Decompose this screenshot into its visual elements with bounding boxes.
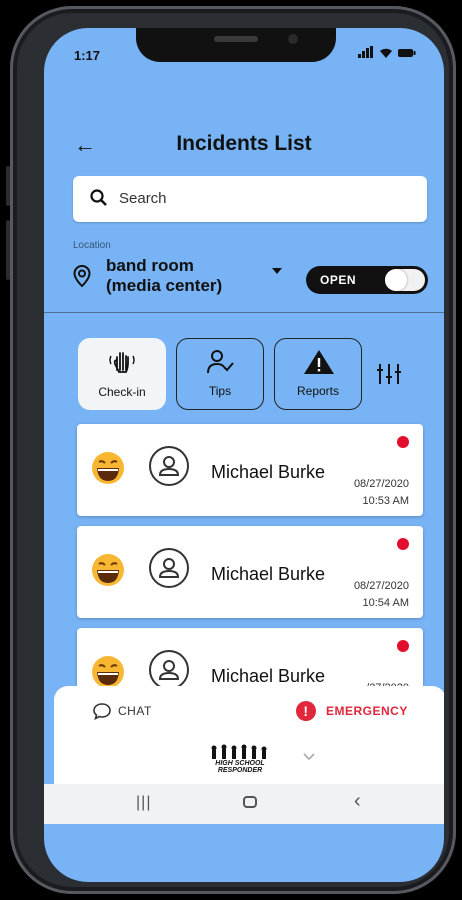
incident-name: Michael Burke: [211, 564, 326, 584]
recent-apps-icon[interactable]: |||: [136, 794, 151, 812]
toggle-label: OPEN: [320, 273, 357, 287]
status-bar: 1:17: [44, 28, 444, 68]
incident-date: 08/27/2020: [353, 580, 409, 592]
chevron-down-icon[interactable]: [272, 268, 282, 274]
tab-label: Check-in: [98, 385, 146, 399]
tab-reports[interactable]: Reports: [274, 338, 362, 410]
toggle-knob: [385, 269, 425, 291]
laughing-emoji-icon: [92, 656, 124, 688]
status-dot: [397, 436, 409, 448]
search-placeholder: Search: [119, 190, 167, 207]
filter-icon[interactable]: [376, 362, 402, 386]
logo-line1: HIGH SCHOOL: [215, 760, 265, 767]
status-icons: [358, 46, 416, 58]
logo-line2: RESPONDER: [217, 767, 263, 774]
battery-icon: [398, 49, 416, 57]
bottom-bar: CHAT ! EMERGENCY HIGH SCHOOL RESPONDER: [54, 686, 444, 786]
avatar-icon: [149, 650, 189, 690]
alert-icon: !: [296, 701, 316, 721]
volume-button-2: [6, 220, 10, 280]
tab-label: Tips: [208, 384, 232, 398]
hand-wave-icon: [109, 352, 135, 373]
incident-card[interactable]: Michael Burke 08/27/2020 10:54 AM: [77, 526, 423, 618]
tab-check-in[interactable]: Check-in: [78, 338, 166, 410]
chat-bubble-icon: [93, 703, 111, 720]
phone-frame: 1:17 ← Incidents List Search Location ba…: [6, 6, 456, 894]
location-pin-icon: [73, 265, 91, 287]
status-dot: [397, 538, 409, 550]
warning-icon: [304, 350, 334, 374]
incident-card[interactable]: Michael Burke 08/27/2020 10:53 AM: [77, 424, 423, 516]
location-value-line1: band room: [106, 256, 194, 275]
screen: 1:17 ← Incidents List Search Location ba…: [44, 28, 444, 882]
android-nav-bar: ||| ‹: [44, 784, 444, 824]
location-value-line2: (media center): [106, 276, 223, 295]
page-title: Incidents List: [176, 132, 312, 155]
incident-time: 10:54 AM: [362, 597, 409, 609]
chat-label: CHAT: [118, 704, 152, 718]
status-dot: [397, 640, 409, 652]
team-silhouette-icon: [211, 744, 267, 759]
chevron-down-icon[interactable]: [302, 752, 316, 762]
status-time: 1:17: [74, 48, 101, 63]
chat-button[interactable]: CHAT: [93, 703, 152, 720]
laughing-emoji-icon: [92, 554, 124, 586]
incident-name: Michael Burke: [211, 666, 326, 686]
back-nav-icon[interactable]: ‹: [354, 790, 361, 813]
location-dropdown[interactable]: band room (media center): [106, 256, 266, 296]
tab-label: Reports: [296, 384, 340, 398]
avatar-icon: [149, 548, 189, 588]
laughing-emoji-icon: [92, 452, 124, 484]
location-label: Location: [73, 240, 111, 251]
avatar-icon: [149, 446, 189, 486]
home-icon[interactable]: [243, 796, 257, 808]
header: ← Incidents List: [44, 132, 444, 162]
incident-date: 08/27/2020: [353, 478, 409, 490]
open-toggle[interactable]: OPEN: [306, 266, 428, 294]
search-input[interactable]: Search: [73, 176, 427, 222]
volume-button: [6, 166, 10, 206]
incident-time: 10:53 AM: [362, 495, 409, 507]
search-icon: [90, 189, 107, 206]
tab-tips[interactable]: Tips: [176, 338, 264, 410]
school-logo: HIGH SCHOOL RESPONDER: [200, 744, 280, 778]
signal-icon: [358, 46, 373, 58]
emergency-label: EMERGENCY: [326, 704, 408, 718]
divider: [44, 312, 444, 313]
logo-text: HIGH SCHOOL RESPONDER: [200, 760, 280, 774]
incident-name: Michael Burke: [211, 462, 326, 482]
emergency-button[interactable]: ! EMERGENCY: [296, 701, 408, 721]
wifi-icon: [380, 48, 392, 58]
user-check-icon: [207, 350, 234, 374]
